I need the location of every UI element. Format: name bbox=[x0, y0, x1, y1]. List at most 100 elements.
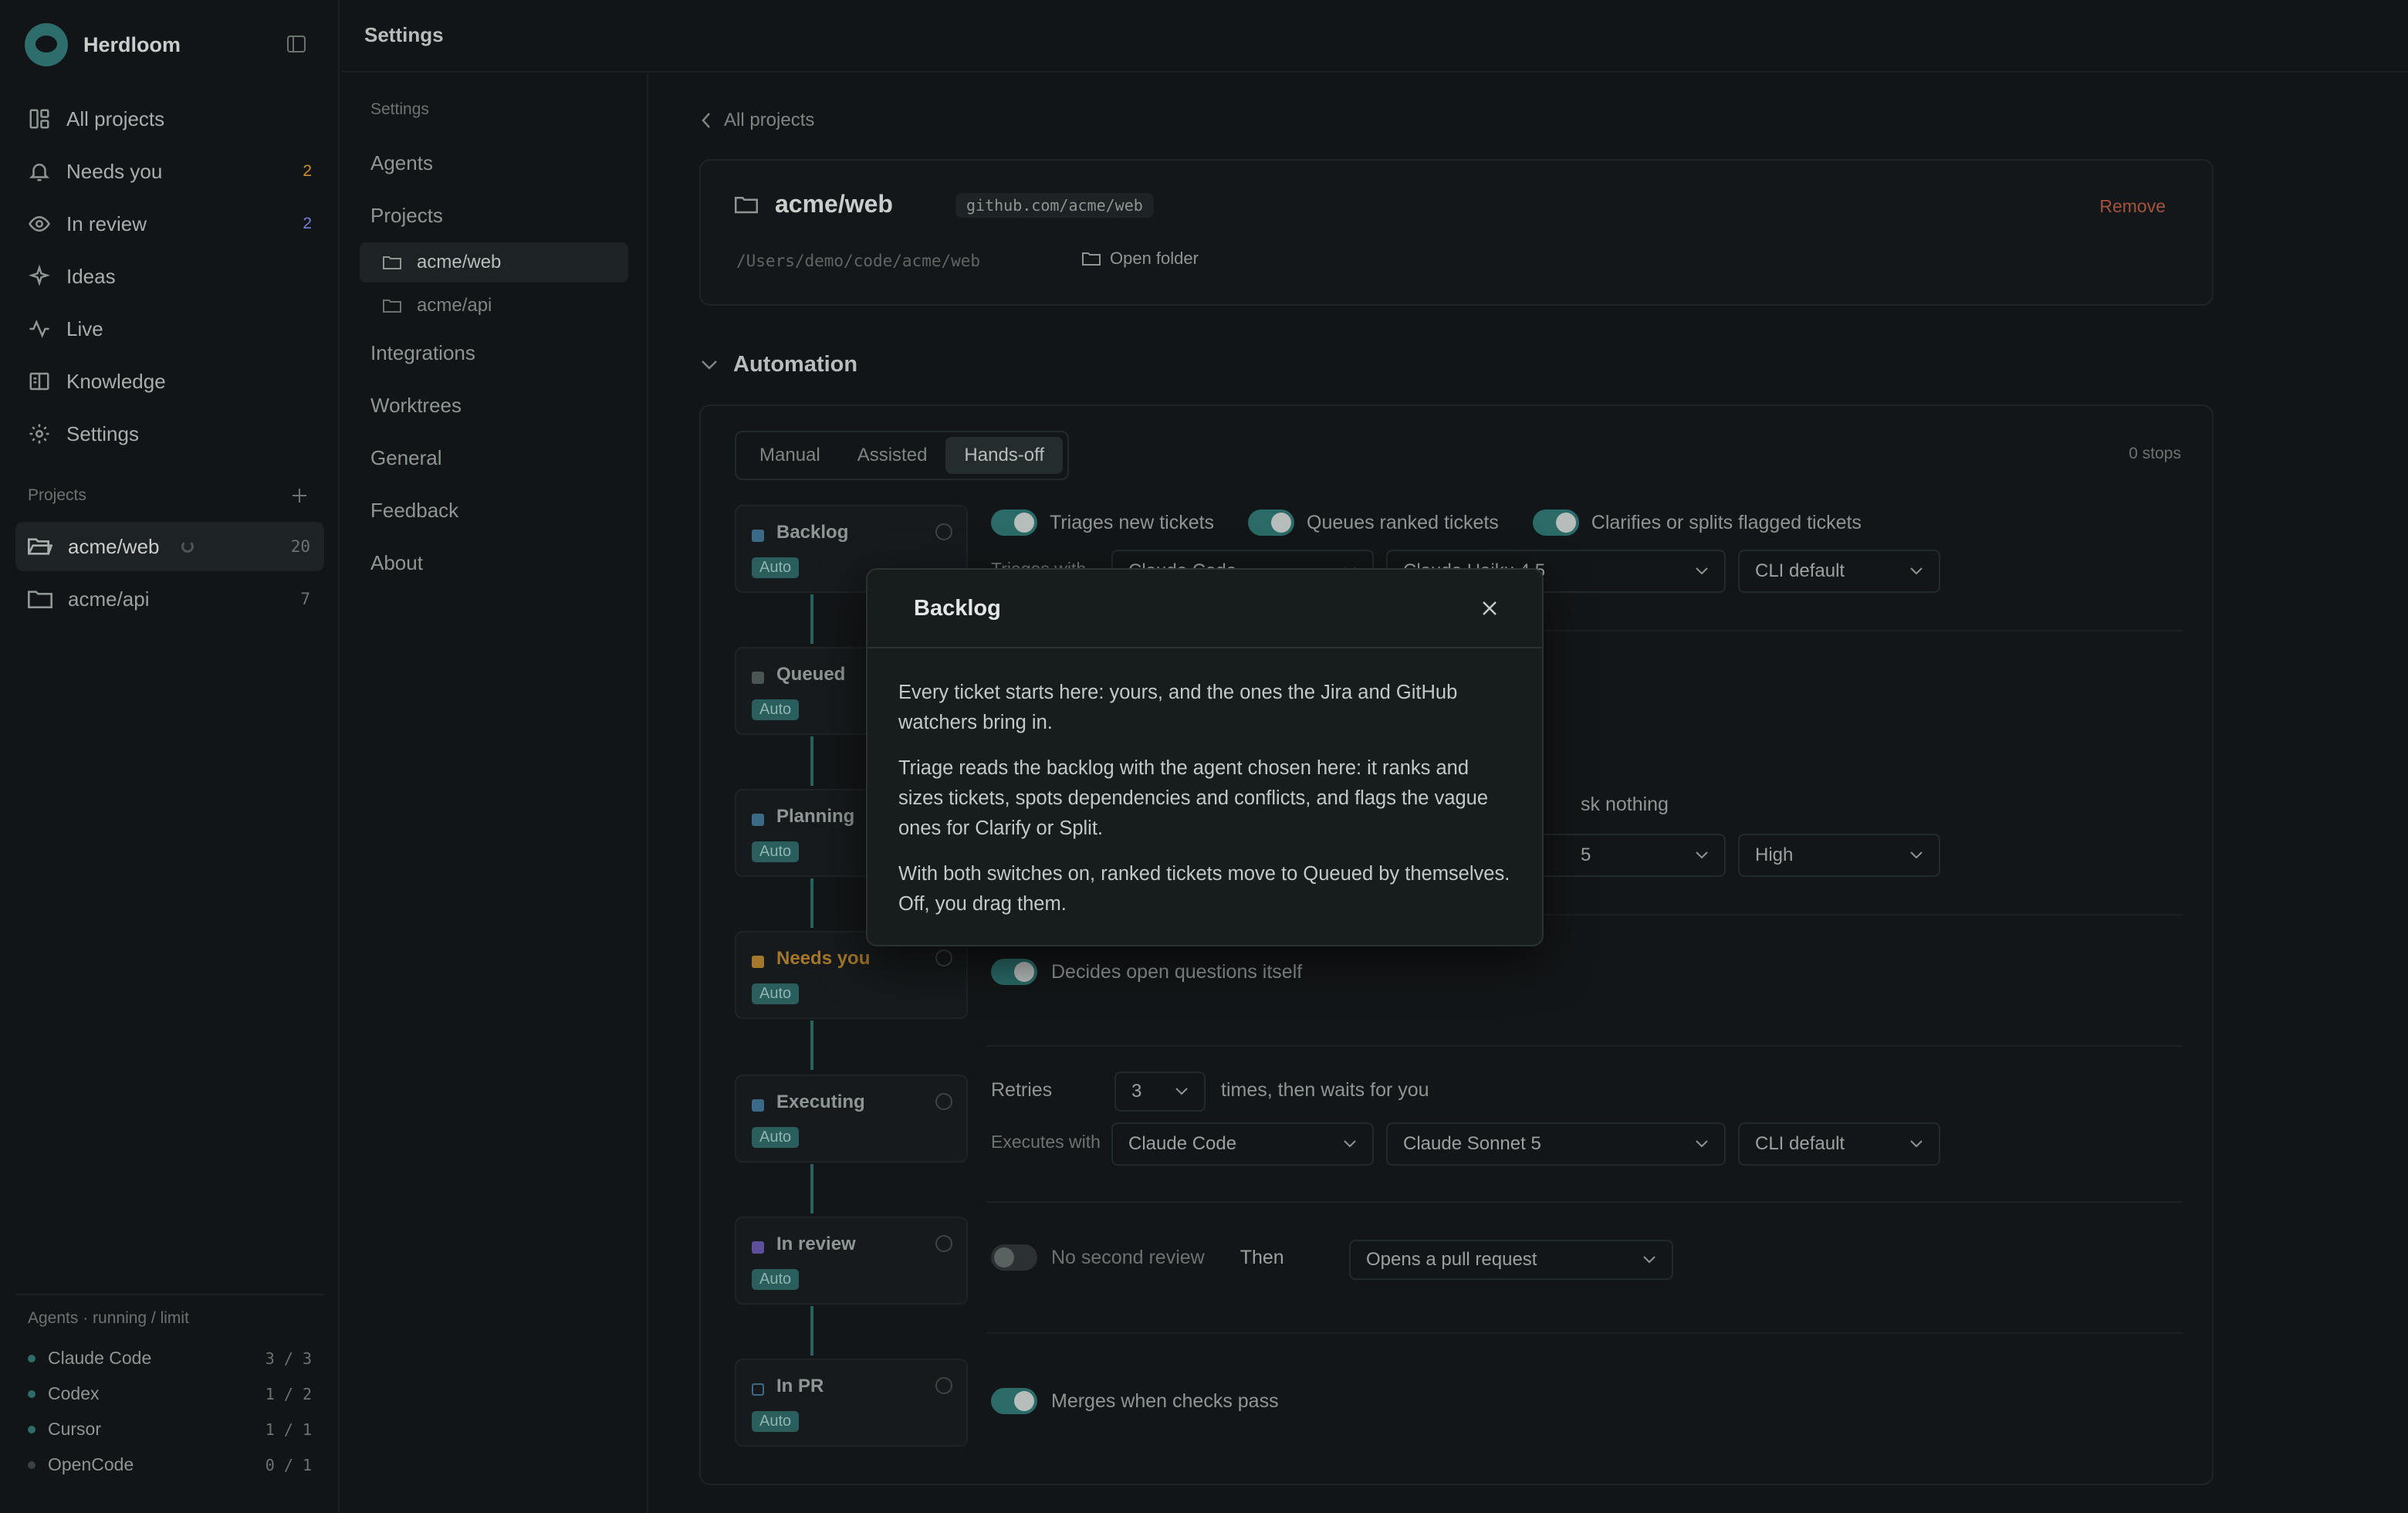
nav-item-knowledge[interactable]: Knowledge bbox=[15, 355, 324, 408]
agent-row[interactable]: OpenCode 0 / 1 bbox=[28, 1454, 312, 1475]
mode-hands-off[interactable]: Hands-off bbox=[945, 437, 1064, 474]
dialog-body: Every ticket starts here: yours, and the… bbox=[867, 648, 1542, 919]
nav-label: Live bbox=[66, 316, 103, 340]
stage-executing[interactable]: Executing Auto bbox=[735, 1075, 968, 1163]
stage-badge: Auto bbox=[752, 841, 800, 862]
nav-label: In review bbox=[66, 212, 147, 235]
app-name: Herdloom bbox=[83, 32, 181, 56]
settings-project-acme-web[interactable]: acme/web bbox=[360, 242, 628, 283]
stage-name: In PR bbox=[776, 1376, 824, 1396]
agents-header: Agents · running / limit bbox=[28, 1309, 189, 1327]
settings-item-general[interactable]: General bbox=[370, 446, 442, 470]
chevron-down-icon bbox=[1910, 567, 1923, 575]
toggle-label: No second review bbox=[1051, 1246, 1205, 1268]
settings-item-worktrees[interactable]: Worktrees bbox=[370, 394, 462, 418]
stage-name: In review bbox=[776, 1234, 856, 1254]
nav-item-needs-you[interactable]: Needs you 2 bbox=[15, 145, 324, 198]
execute-model-select[interactable]: Claude Sonnet 5 bbox=[1386, 1122, 1726, 1166]
agent-name: Codex bbox=[48, 1383, 100, 1403]
info-icon[interactable] bbox=[935, 523, 952, 540]
planning-ask-tail: sk nothing bbox=[1581, 794, 1669, 815]
toggle-second-review[interactable] bbox=[991, 1244, 1037, 1271]
needs-you-setting: Decides open questions itself bbox=[991, 959, 1302, 985]
stage-badge: Auto bbox=[752, 1127, 800, 1148]
agent-row[interactable]: Codex 1 / 2 bbox=[28, 1383, 312, 1404]
toggle-decides[interactable] bbox=[991, 959, 1037, 985]
nav-label: Knowledge bbox=[66, 369, 166, 393]
settings-item-projects[interactable]: Projects bbox=[370, 204, 443, 228]
status-dot-icon bbox=[28, 1389, 36, 1398]
sidebar-project-acme-api[interactable]: acme/api 7 bbox=[15, 574, 324, 624]
info-icon[interactable] bbox=[935, 1235, 952, 1252]
brand[interactable]: Herdloom bbox=[25, 23, 181, 66]
breadcrumb[interactable]: All projects bbox=[701, 110, 814, 131]
agent-row[interactable]: Claude Code 3 / 3 bbox=[28, 1348, 312, 1369]
chevron-down-icon bbox=[1910, 1140, 1923, 1148]
toggle-triage[interactable] bbox=[991, 509, 1037, 536]
info-icon[interactable] bbox=[935, 949, 952, 966]
agent-name: Claude Code bbox=[48, 1348, 152, 1368]
retries-select[interactable]: 3 bbox=[1114, 1071, 1206, 1112]
info-icon[interactable] bbox=[935, 1377, 952, 1394]
execute-agent-select[interactable]: Claude Code bbox=[1111, 1122, 1374, 1166]
nav-item-all-projects[interactable]: All projects bbox=[15, 93, 324, 145]
sidebar-toggle-icon[interactable] bbox=[287, 36, 306, 52]
grid-icon bbox=[29, 109, 49, 129]
stage-connector bbox=[810, 736, 813, 786]
dialog-paragraph: With both switches on, ranked tickets mo… bbox=[898, 863, 1510, 915]
settings-item-feedback[interactable]: Feedback bbox=[370, 499, 458, 523]
project-count: 7 bbox=[300, 590, 310, 608]
agent-row[interactable]: Cursor 1 / 1 bbox=[28, 1419, 312, 1440]
dialog-header: Backlog bbox=[867, 570, 1542, 648]
page-title: Settings bbox=[364, 23, 444, 46]
close-icon[interactable] bbox=[1480, 599, 1499, 618]
nav-item-settings[interactable]: Settings bbox=[15, 408, 324, 460]
nav-item-in-review[interactable]: In review 2 bbox=[15, 198, 324, 250]
sidebar-project-acme-web[interactable]: acme/web 20 bbox=[15, 522, 324, 571]
info-icon[interactable] bbox=[935, 1093, 952, 1110]
agent-name: Cursor bbox=[48, 1419, 102, 1439]
stage-badge: Auto bbox=[752, 1269, 800, 1290]
settings-item-integrations[interactable]: Integrations bbox=[370, 341, 475, 365]
toggle-clarify[interactable] bbox=[1532, 509, 1579, 536]
review-action-select[interactable]: Opens a pull request bbox=[1349, 1240, 1673, 1280]
stage-in-pr[interactable]: In PR Auto bbox=[735, 1359, 968, 1447]
nav-item-live[interactable]: Live bbox=[15, 303, 324, 355]
in-review-count: 2 bbox=[303, 215, 312, 232]
select-value: Claude Sonnet 5 bbox=[1403, 1133, 1541, 1154]
chevron-down-icon bbox=[1643, 1256, 1656, 1264]
planning-effort-select[interactable]: High bbox=[1738, 834, 1940, 877]
project-name: acme/web bbox=[417, 252, 502, 272]
automation-toggle[interactable]: Automation bbox=[701, 352, 857, 377]
stage-connector bbox=[810, 594, 813, 644]
remove-button[interactable]: Remove bbox=[2099, 196, 2166, 217]
open-folder-button[interactable]: Open folder bbox=[1082, 249, 1199, 269]
settings-item-about[interactable]: About bbox=[370, 551, 423, 575]
mode-selector: Manual Assisted Hands-off bbox=[735, 431, 1070, 480]
mode-assisted[interactable]: Assisted bbox=[839, 437, 946, 474]
gear-icon bbox=[29, 424, 49, 444]
toggle-queue[interactable] bbox=[1248, 509, 1295, 536]
planning-ask-text: sk nothing bbox=[1581, 794, 1669, 816]
stage-name: Planning bbox=[776, 806, 855, 827]
triage-effort-select[interactable]: CLI default bbox=[1738, 550, 1940, 593]
stage-in-review[interactable]: In review Auto bbox=[735, 1217, 968, 1305]
settings-item-agents[interactable]: Agents bbox=[370, 151, 433, 175]
toggle-merge[interactable] bbox=[991, 1388, 1037, 1414]
settings-project-acme-api[interactable]: acme/api bbox=[360, 286, 628, 326]
dialog-paragraph: Every ticket starts here: yours, and the… bbox=[898, 682, 1458, 733]
mode-manual[interactable]: Manual bbox=[741, 437, 839, 474]
execute-effort-select[interactable]: CLI default bbox=[1738, 1122, 1940, 1166]
chevron-down-icon bbox=[702, 360, 717, 370]
stage-connector bbox=[810, 1306, 813, 1356]
stage-name: Needs you bbox=[776, 948, 871, 969]
stage-name: Queued bbox=[776, 664, 846, 685]
open-folder-label: Open folder bbox=[1110, 249, 1199, 268]
backlog-toggles: Triages new tickets Queues ranked ticket… bbox=[991, 509, 1862, 536]
add-project-icon[interactable] bbox=[290, 486, 309, 505]
status-dot-icon bbox=[28, 1425, 36, 1433]
project-count: 20 bbox=[290, 537, 310, 556]
nav-item-ideas[interactable]: Ideas bbox=[15, 250, 324, 303]
select-value: Opens a pull request bbox=[1366, 1249, 1537, 1270]
folder-icon bbox=[735, 197, 758, 214]
